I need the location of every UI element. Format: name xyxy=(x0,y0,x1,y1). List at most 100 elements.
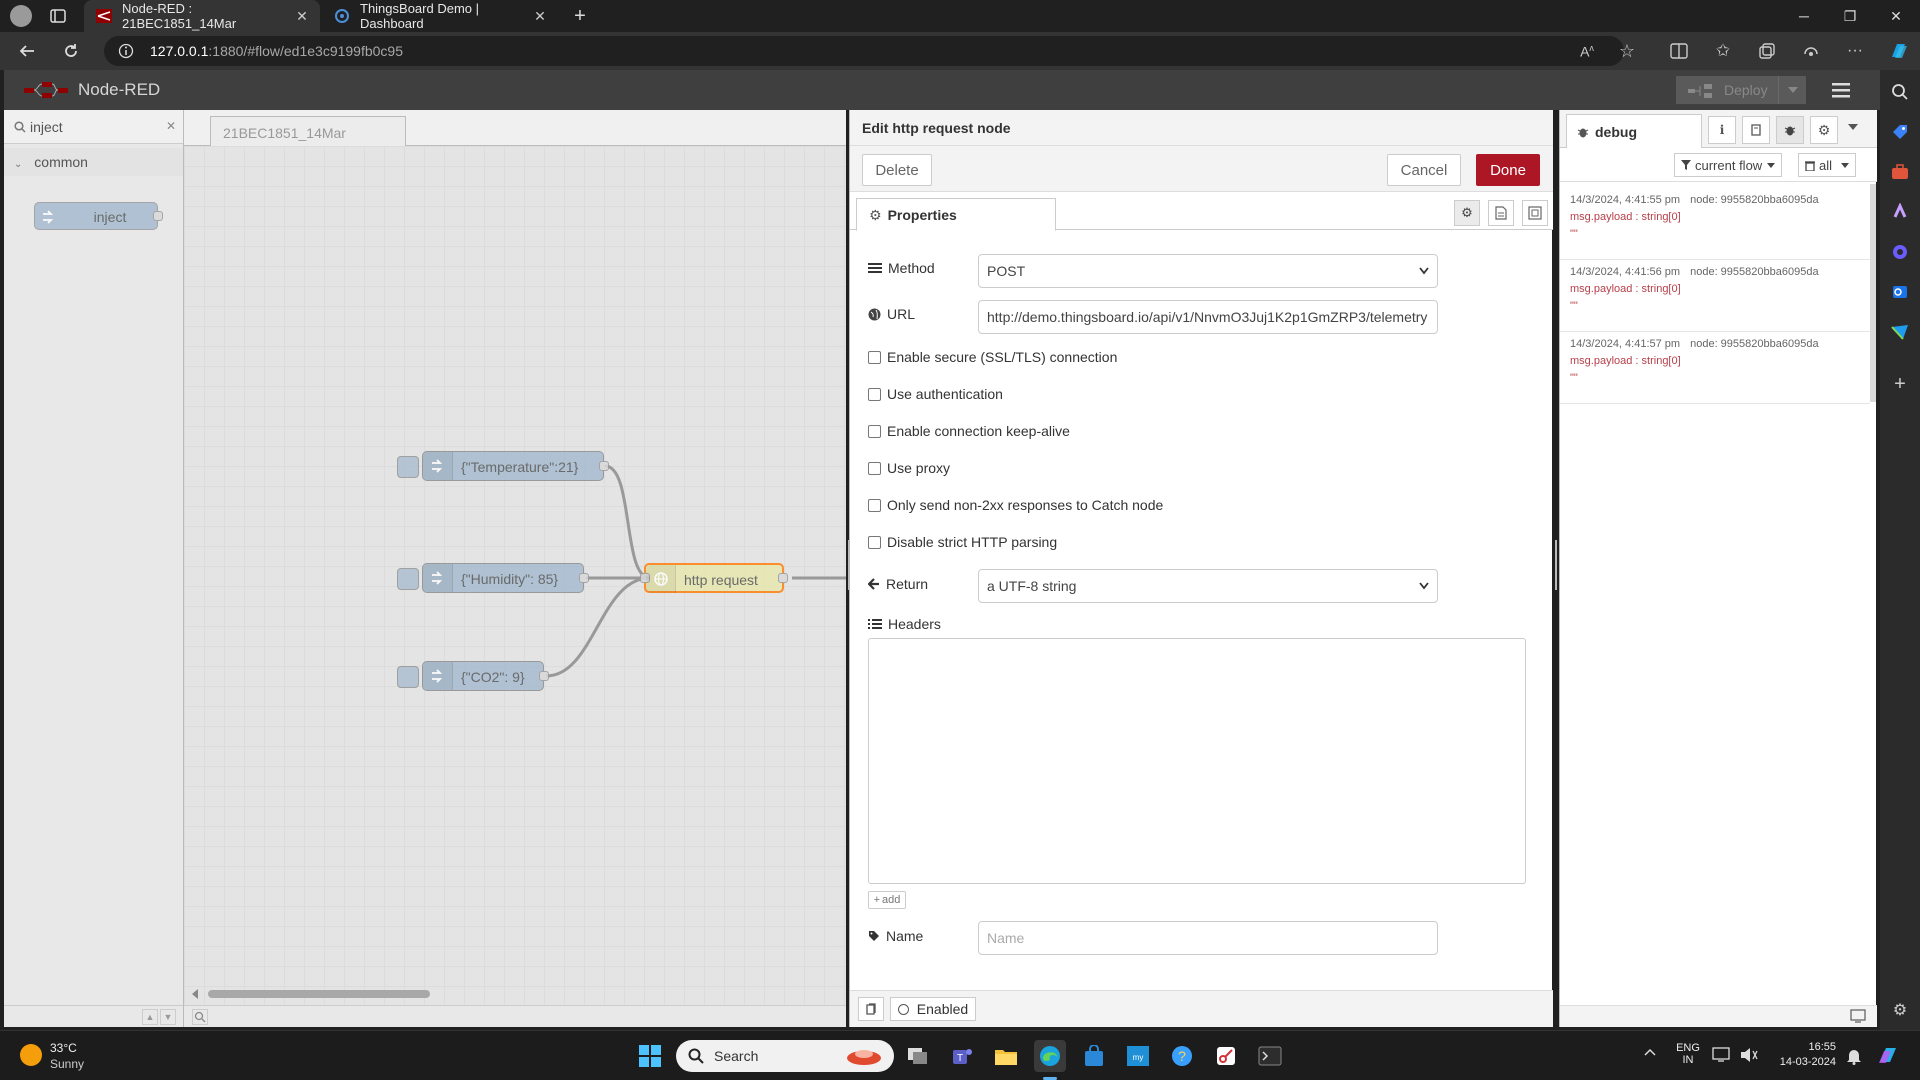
favorite-star-icon[interactable]: ☆ xyxy=(1612,36,1642,66)
delete-button[interactable]: Delete xyxy=(862,154,932,186)
headers-list[interactable] xyxy=(868,638,1526,884)
windows-start-icon[interactable] xyxy=(634,1040,666,1072)
weather-desc[interactable]: Sunny xyxy=(50,1057,84,1071)
tray-resize-handle[interactable] xyxy=(848,540,850,590)
palette-search-input[interactable]: inject xyxy=(30,119,63,135)
clear-search-icon[interactable]: ✕ xyxy=(166,119,176,133)
read-aloud-icon[interactable]: Aʌ xyxy=(1572,36,1602,66)
return-select[interactable]: a UTF-8 string xyxy=(978,569,1438,603)
checkbox-proxy[interactable]: Use proxy xyxy=(868,460,950,476)
mysql-icon[interactable]: my xyxy=(1122,1040,1154,1072)
debug-message[interactable]: 14/3/2024, 4:41:56 pm node: 9955820bba609… xyxy=(1560,260,1870,332)
restore-icon[interactable]: ❐ xyxy=(1828,0,1872,32)
collapse-all-icon[interactable]: ▲ xyxy=(142,1009,158,1025)
node-appearance-icon[interactable] xyxy=(1522,200,1548,226)
new-tab-icon[interactable]: + xyxy=(570,6,590,26)
node-output-port[interactable] xyxy=(599,461,609,471)
close-window-icon[interactable]: ✕ xyxy=(1874,0,1918,32)
palette-category-common[interactable]: ⌄ common xyxy=(4,148,183,176)
debug-bug-icon[interactable] xyxy=(1776,116,1804,144)
send-icon[interactable] xyxy=(1888,320,1912,344)
debug-message[interactable]: 14/3/2024, 4:41:55 pm node: 9955820bba609… xyxy=(1560,188,1870,260)
language-indicator[interactable]: ENG IN xyxy=(1676,1042,1700,1066)
inject-trigger-button[interactable] xyxy=(397,568,419,590)
volume-icon[interactable] xyxy=(1740,1047,1758,1063)
palette-search[interactable]: inject ✕ xyxy=(4,110,183,144)
network-icon[interactable] xyxy=(1712,1047,1730,1063)
browser-tab-nodered[interactable]: Node-RED : 21BEC1851_14Mar ✕ xyxy=(84,0,320,32)
copilot-taskbar-icon[interactable] xyxy=(1876,1043,1900,1067)
node-output-port[interactable] xyxy=(778,573,788,583)
weather-sun-icon[interactable] xyxy=(20,1044,42,1066)
copilot-icon[interactable] xyxy=(1884,36,1914,66)
get-help-icon[interactable]: ? xyxy=(1166,1040,1198,1072)
checkbox-box[interactable] xyxy=(868,387,881,401)
refresh-icon[interactable] xyxy=(56,36,86,66)
url-field[interactable]: 127.0.0.1:1880/#flow/ed1e3c9199fb0c95 xyxy=(104,36,1624,66)
sidebar-resize-handle[interactable] xyxy=(1555,540,1557,590)
checkbox-strict-parsing[interactable]: Disable strict HTTP parsing xyxy=(868,534,1057,550)
add-header-button[interactable]: + add xyxy=(868,891,906,909)
store-icon[interactable] xyxy=(1078,1040,1110,1072)
collections-icon[interactable] xyxy=(1752,36,1782,66)
main-menu-icon[interactable] xyxy=(1830,80,1852,100)
flow-tab[interactable]: 21BEC1851_14Mar xyxy=(210,116,406,147)
node-settings-icon[interactable]: ⚙ xyxy=(1454,200,1480,226)
expand-all-icon[interactable]: ▼ xyxy=(160,1009,176,1025)
deploy-button[interactable]: Deploy xyxy=(1676,76,1806,104)
flow-node-inject-co2[interactable]: {"CO2": 9} xyxy=(397,661,549,691)
sidebar-menu-chevron-icon[interactable] xyxy=(1848,124,1858,130)
checkbox-box[interactable] xyxy=(868,424,881,438)
debug-message[interactable]: 14/3/2024, 4:41:57 pm node: 9955820bba609… xyxy=(1560,332,1870,404)
navigator-search-icon[interactable] xyxy=(192,1009,208,1025)
flow-node-inject-temperature[interactable]: {"Temperature":21} xyxy=(397,451,609,481)
weather-temp[interactable]: 33°C xyxy=(50,1041,77,1055)
sidebar-settings-icon[interactable]: ⚙ xyxy=(1888,998,1912,1022)
node-help-icon[interactable] xyxy=(858,997,884,1021)
config-gear-icon[interactable]: ⚙ xyxy=(1810,116,1838,144)
help-book-icon[interactable] xyxy=(1742,116,1770,144)
inject-trigger-button[interactable] xyxy=(397,666,419,688)
palette-node-inject[interactable]: inject xyxy=(34,202,163,230)
task-view-icon[interactable] xyxy=(902,1040,934,1072)
checkbox-box[interactable] xyxy=(868,350,881,364)
checkbox-authentication[interactable]: Use authentication xyxy=(868,386,1003,402)
edge-browser-icon[interactable] xyxy=(1034,1040,1066,1072)
close-tab-icon[interactable]: ✕ xyxy=(532,8,548,24)
checkbox-box[interactable] xyxy=(868,535,881,549)
enabled-toggle[interactable]: Enabled xyxy=(890,997,976,1021)
flow-node-inject-humidity[interactable]: {"Humidity": 85} xyxy=(397,563,589,593)
horizontal-scrollbar[interactable] xyxy=(208,990,430,998)
outlook-icon[interactable] xyxy=(1888,280,1912,304)
notification-bell-icon[interactable] xyxy=(1846,1047,1862,1065)
search-icon[interactable] xyxy=(1888,80,1912,104)
url-input[interactable]: http://demo.thingsboard.io/api/v1/NnvmO3… xyxy=(978,300,1438,334)
scroll-left-icon[interactable] xyxy=(192,989,198,999)
checkbox-box[interactable] xyxy=(868,498,881,512)
cancel-button[interactable]: Cancel xyxy=(1387,154,1461,186)
open-window-icon[interactable] xyxy=(1850,1009,1866,1023)
tab-actions-icon[interactable] xyxy=(50,8,66,24)
teams-icon[interactable]: T xyxy=(946,1040,978,1072)
file-explorer-icon[interactable] xyxy=(990,1040,1022,1072)
flow-canvas[interactable]: {"Temperature":21} {"Humidity": 85} {"CO… xyxy=(184,146,846,1005)
taskbar-search[interactable]: Search xyxy=(676,1040,894,1072)
microsoft365-icon[interactable] xyxy=(1888,240,1912,264)
tab-properties[interactable]: ⚙ Properties xyxy=(856,198,1056,231)
split-screen-icon[interactable] xyxy=(1664,36,1694,66)
filter-current-flow[interactable]: current flow xyxy=(1674,153,1782,177)
minimize-icon[interactable]: ─ xyxy=(1782,0,1826,32)
debug-scrollbar[interactable] xyxy=(1870,184,1876,402)
tools-icon[interactable] xyxy=(1888,160,1912,184)
checkbox-keep-alive[interactable]: Enable connection keep-alive xyxy=(868,423,1070,439)
terminal-icon[interactable] xyxy=(1254,1040,1286,1072)
node-output-port[interactable] xyxy=(579,573,589,583)
checkbox-non-2xx[interactable]: Only send non-2xx responses to Catch nod… xyxy=(868,497,1163,513)
deploy-menu-icon[interactable] xyxy=(1778,76,1806,104)
clock[interactable]: 16:55 14-03-2024 xyxy=(1764,1041,1836,1068)
done-button[interactable]: Done xyxy=(1476,154,1540,186)
checkbox-box[interactable] xyxy=(868,461,881,475)
method-select[interactable]: POST xyxy=(978,254,1438,288)
more-options-icon[interactable]: ··· xyxy=(1840,36,1870,66)
site-info-icon[interactable] xyxy=(118,43,134,59)
